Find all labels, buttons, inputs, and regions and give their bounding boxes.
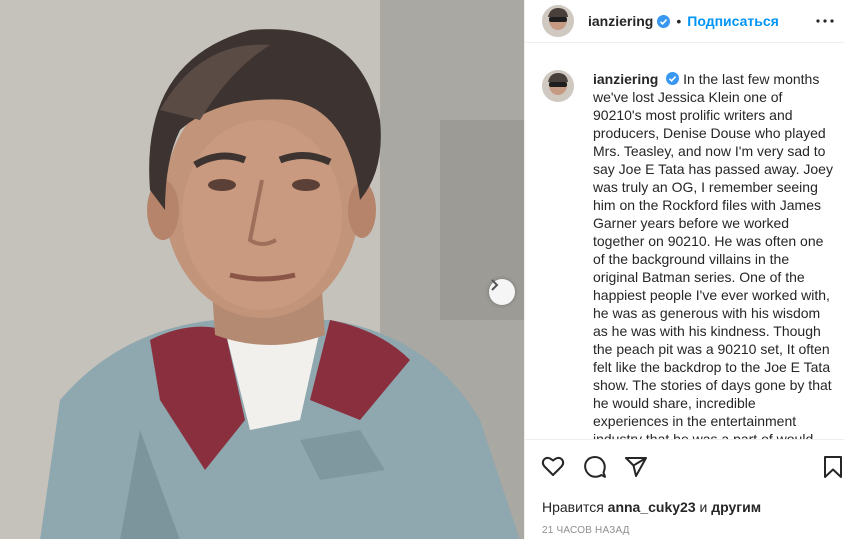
next-photo-button[interactable] — [489, 279, 515, 305]
caption-text: In the last few months we've lost Jessic… — [593, 71, 833, 440]
action-bar — [525, 455, 844, 483]
likes-and: и — [699, 499, 708, 515]
share-icon[interactable] — [624, 455, 648, 484]
post-side-panel: ianziering • Подписаться ianziering In t… — [524, 0, 844, 539]
separator-dot: • — [676, 13, 682, 29]
post-photo[interactable] — [0, 0, 524, 539]
post-header: ianziering • Подписаться — [525, 0, 844, 43]
avatar[interactable] — [542, 5, 574, 37]
comment-icon[interactable] — [583, 455, 607, 484]
bookmark-icon[interactable] — [823, 455, 843, 484]
caption: ianziering In the last few months we've … — [593, 70, 833, 440]
likes-line: Нравится anna_cuky23 и другим — [542, 499, 761, 515]
portrait-image — [0, 0, 524, 539]
heart-icon[interactable] — [541, 455, 565, 482]
likes-user[interactable]: anna_cuky23 — [608, 499, 696, 515]
likes-prefix: Нравится — [542, 499, 604, 515]
verified-badge-icon — [657, 14, 671, 28]
post-timestamp[interactable]: 21 часов назад — [542, 525, 630, 536]
caption-username[interactable]: ianziering — [593, 71, 658, 87]
likes-others[interactable]: другим — [711, 499, 761, 515]
more-options-icon[interactable] — [815, 13, 835, 34]
caption-avatar[interactable] — [542, 70, 574, 102]
verified-badge-icon — [666, 72, 680, 85]
caption-area[interactable]: ianziering In the last few months we've … — [525, 43, 844, 440]
header-username[interactable]: ianziering — [588, 13, 653, 29]
follow-button[interactable]: Подписаться — [687, 13, 779, 29]
